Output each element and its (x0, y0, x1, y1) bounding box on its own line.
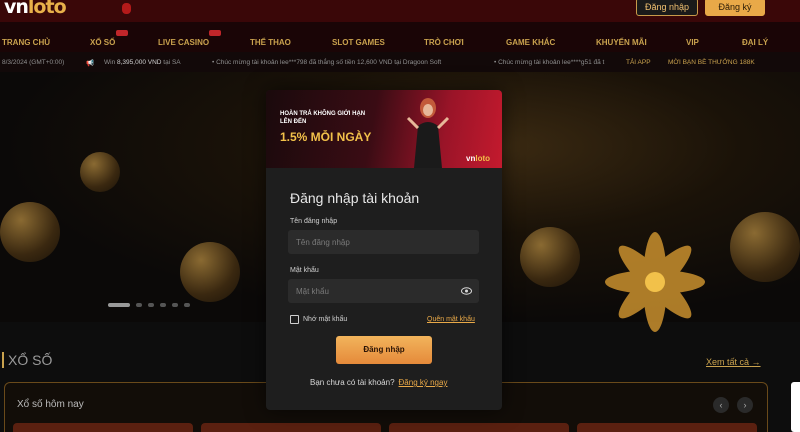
remember-label: Nhớ mật khẩu (303, 316, 348, 323)
chevron-right-icon[interactable]: › (737, 397, 753, 413)
download-app-link[interactable]: TẢI APP (626, 59, 651, 66)
password-label: Mật khẩu (290, 267, 319, 274)
no-account-text: Bạn chưa có tài khoản? (310, 378, 395, 387)
nav-item-sports[interactable]: THỂ THAO (250, 38, 291, 47)
top-header: vnloto Đăng nhập Đăng ký (0, 0, 800, 22)
slider-dot[interactable] (148, 303, 154, 307)
side-chat-widget[interactable] (791, 382, 800, 432)
page-root: vnloto Đăng nhập Đăng ký TRANG CHỦ XỔ SỐ… (0, 0, 800, 432)
eye-icon[interactable] (461, 287, 472, 298)
ticker-msg1-prefix: Win (104, 59, 116, 66)
promo-headline: HOÀN TRẢ KHÔNG GIỚI HẠN LÊN ĐẾN (280, 111, 366, 125)
lottery-card[interactable] (389, 423, 569, 432)
view-all-label: Xem tất cả (706, 357, 750, 367)
register-now-link[interactable]: Đăng ký ngay (399, 378, 448, 387)
panel-title: Xổ số hôm nay (17, 399, 84, 410)
lantern-decoration (122, 3, 131, 14)
nav-item-live-casino[interactable]: LIVE CASINO (158, 38, 209, 47)
lottery-section-title: XỔ SỐ (1, 352, 53, 368)
nav-item-other-games[interactable]: GAME KHÁC (506, 38, 555, 47)
header-register-button[interactable]: Đăng ký (705, 0, 765, 16)
nav-item-promotions[interactable]: KHUYẾN MÃI (596, 38, 647, 47)
arrow-right-icon: → (751, 357, 761, 367)
new-badge (116, 30, 128, 36)
new-badge (209, 30, 221, 36)
login-title: Đăng nhập tài khoản (290, 190, 420, 206)
gold-flower-decoration (605, 232, 705, 332)
main-nav: TRANG CHỦ XỔ SỐ LIVE CASINO THỂ THAO SLO… (0, 22, 800, 52)
gold-ornament (180, 242, 240, 302)
gold-ornament (80, 152, 120, 192)
view-all-link[interactable]: Xem tất cả → (706, 357, 761, 367)
logo-main-text: vn (4, 0, 29, 18)
nav-item-slot-games[interactable]: SLOT GAMES (332, 38, 385, 47)
gold-ornament (730, 212, 800, 282)
megaphone-icon: 📢 (86, 60, 95, 67)
nav-item-lottery[interactable]: XỔ SỐ (90, 38, 115, 47)
nav-item-games[interactable]: TRÒ CHƠI (424, 38, 464, 47)
ticker-message-1: Win 8,395,000 VND tại SA (104, 59, 181, 66)
lottery-card[interactable] (13, 423, 193, 432)
ticker-msg1-amount: 8,395,000 VND (117, 59, 162, 66)
forgot-password-link[interactable]: Quên mật khẩu (427, 316, 475, 323)
ticker-date: 8/3/2024 (GMT+0:00) (2, 59, 65, 66)
lottery-card[interactable] (577, 423, 757, 432)
nav-item-home[interactable]: TRANG CHỦ (2, 38, 50, 47)
lottery-card[interactable] (201, 423, 381, 432)
promo-banner: HOÀN TRẢ KHÔNG GIỚI HẠN LÊN ĐẾN 1.5% MỖI… (266, 90, 502, 168)
password-input[interactable] (288, 279, 479, 303)
site-logo[interactable]: vnloto (4, 0, 67, 18)
nav-item-vip[interactable]: VIP (686, 38, 699, 47)
promo-rate: 1.5% MỖI NGÀY (280, 130, 372, 144)
ticker-msg1-suffix: tại SA (163, 59, 181, 66)
nav-item-agent[interactable]: ĐẠI LÝ (742, 38, 768, 47)
header-login-button[interactable]: Đăng nhập (636, 0, 698, 16)
chevron-left-icon[interactable]: ‹ (713, 397, 729, 413)
slider-dot[interactable] (136, 303, 142, 307)
username-input[interactable] (288, 230, 479, 254)
news-ticker: 8/3/2024 (GMT+0:00) 📢 Win 8,395,000 VND … (0, 52, 800, 72)
logo-accent-text: loto (27, 0, 67, 18)
promo-logo: vnloto (466, 154, 490, 163)
slider-dot-active[interactable] (108, 303, 130, 307)
username-label: Tên đăng nhập (290, 218, 338, 225)
login-modal: HOÀN TRẢ KHÔNG GIỚI HẠN LÊN ĐẾN 1.5% MỖI… (266, 90, 502, 410)
slider-dot[interactable] (172, 303, 178, 307)
slider-dot[interactable] (160, 303, 166, 307)
gold-ornament (520, 227, 580, 287)
slider-dot[interactable] (184, 303, 190, 307)
register-prompt: Bạn chưa có tài khoản? Đăng ký ngay (310, 378, 447, 387)
gold-ornament (0, 202, 60, 262)
login-submit-button[interactable]: Đăng nhập (336, 336, 432, 364)
promo-logo-accent: loto (475, 154, 491, 163)
ticker-message-2: • Chúc mừng tài khoản lee***798 đã thắng… (212, 59, 442, 66)
promo-model-image (406, 98, 450, 168)
ticker-message-3: • Chúc mừng tài khoản lee****g51 đã t (494, 59, 605, 66)
promo-logo-main: vn (466, 154, 476, 163)
referral-link[interactable]: MỜI BẠN BÈ THƯỞNG 188K (668, 59, 755, 66)
remember-checkbox[interactable] (290, 315, 299, 324)
